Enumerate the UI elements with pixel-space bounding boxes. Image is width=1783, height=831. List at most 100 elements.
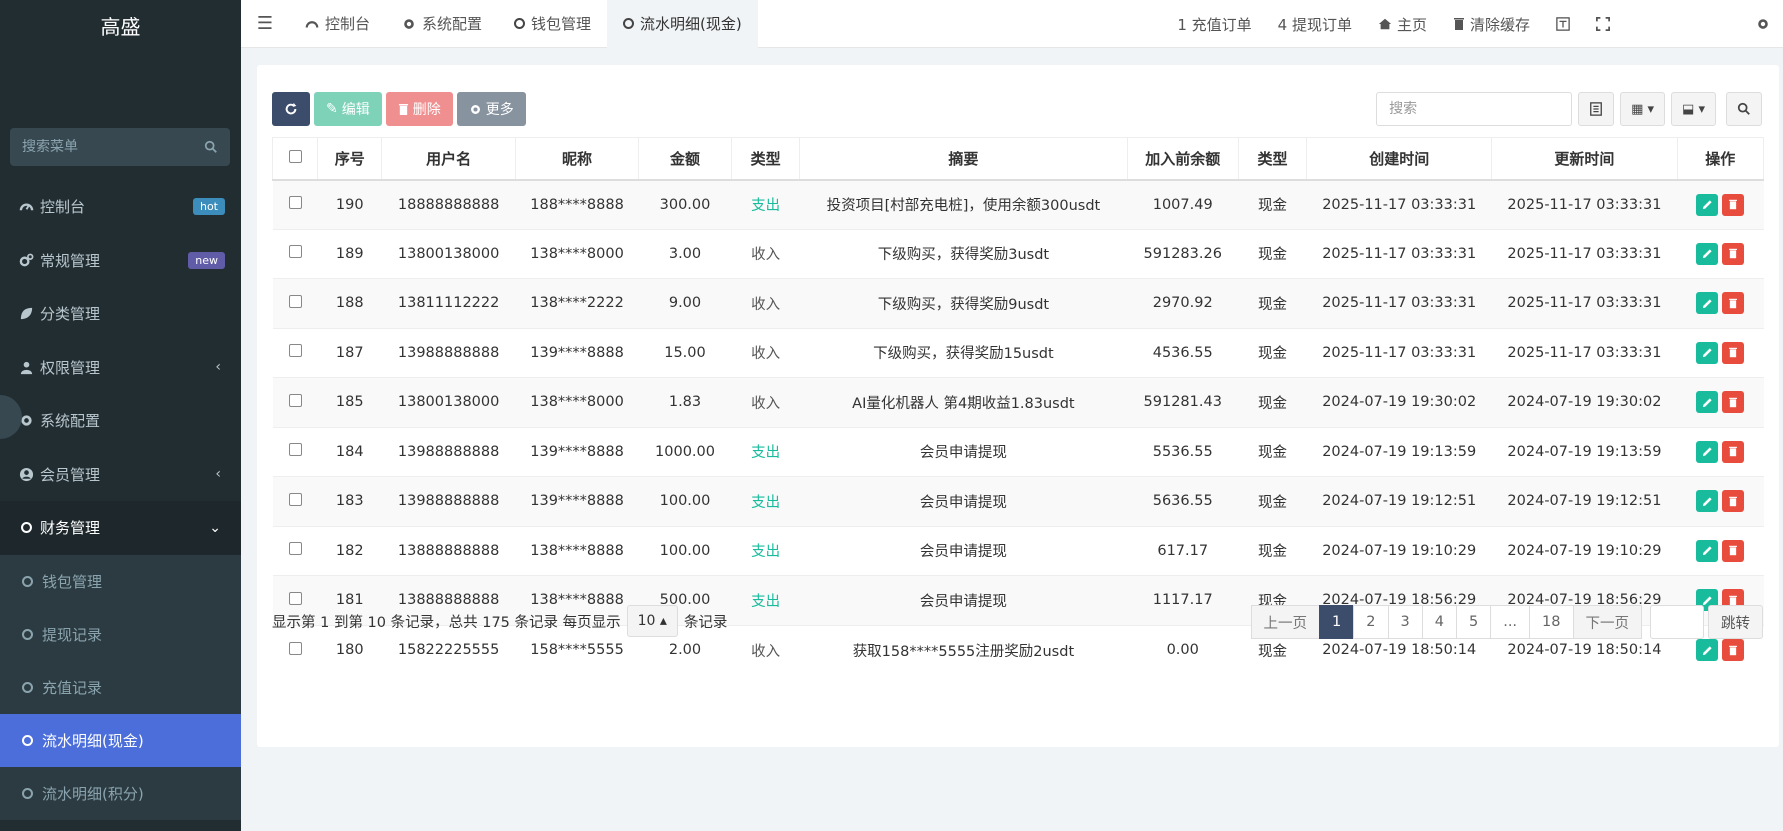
page-button[interactable]: 1 [1319,605,1355,639]
row-checkbox[interactable] [288,443,302,457]
menu-toggle-icon[interactable]: ☰ [241,13,289,34]
row-checkbox[interactable] [288,294,302,308]
sidebar-item-wallet[interactable]: 钱包管理 [0,555,241,608]
tab-cash-flow[interactable]: 流水明细(现金) [607,0,758,48]
row-delete-button[interactable] [1722,440,1745,463]
row-delete-button[interactable] [1722,292,1745,315]
search-icon [1737,102,1750,115]
next-page-button[interactable]: 下一页 [1572,605,1642,639]
row-checkbox[interactable] [288,492,302,506]
clear-cache-link[interactable]: 清除缓存 [1440,0,1543,48]
advanced-search-button[interactable] [1726,92,1762,126]
cell-type: 支出 [731,575,800,625]
sidebar-item-label: 会员管理 [40,465,101,484]
row-checkbox[interactable] [288,344,302,358]
column-header[interactable]: 序号 [317,137,383,181]
column-header[interactable]: 用户名 [381,137,517,181]
page-ellipsis: ... [1490,605,1531,639]
sidebar-item-finance[interactable]: 财务管理 ⌄ [0,501,241,555]
pencil-icon [1702,348,1712,358]
trash-icon [1729,199,1738,210]
sidebar-item-category[interactable]: 分类管理 [0,287,241,341]
columns-dropdown-button[interactable]: ▦ ▾ [1620,92,1666,126]
row-checkbox[interactable] [288,393,302,407]
row-checkbox[interactable] [288,591,302,605]
page-button[interactable]: 18 [1529,605,1574,639]
more-button[interactable]: 更多 [456,92,526,126]
row-delete-button[interactable] [1722,490,1745,513]
page-button[interactable]: 3 [1387,605,1423,639]
tab-wallet[interactable]: 钱包管理 [498,0,607,48]
row-delete-button[interactable] [1722,639,1745,661]
cell-type2: 现金 [1238,525,1307,576]
brand-logo[interactable]: 高盛 [0,0,241,50]
edit-button[interactable]: ✎ 编辑 [314,92,382,126]
row-delete-button[interactable] [1722,242,1745,265]
trash-icon [1453,17,1465,31]
column-header[interactable]: 昵称 [515,137,639,181]
cell-summary: 会员申请提现 [799,575,1128,625]
sidebar-item-label: 常规管理 [40,251,101,270]
column-header[interactable]: 摘要 [799,137,1128,181]
column-header[interactable]: 更新时间 [1491,137,1678,181]
home-link[interactable]: 主页 [1365,0,1440,48]
jump-page-input[interactable] [1650,605,1704,639]
sidebar-item-cash-flow[interactable]: 流水明细(现金) [0,713,241,767]
row-edit-button[interactable] [1696,242,1719,265]
page-button[interactable]: 4 [1421,605,1457,639]
tab-dashboard[interactable]: 控制台 [289,0,386,48]
sidebar-item-recharges[interactable]: 充值记录 [0,661,241,714]
table-row: 190 18888888888 188****8888 300.00 支出 投资项目[村部… [272,179,1764,229]
row-checkbox[interactable] [288,245,302,259]
fullscreen-icon[interactable] [1583,0,1623,48]
row-checkbox[interactable] [288,641,302,655]
row-edit-button[interactable] [1696,341,1719,364]
sidebar-item-withdrawals[interactable]: 提现记录 [0,608,241,661]
row-edit-button[interactable] [1696,539,1719,562]
refresh-button[interactable] [272,92,310,126]
row-checkbox[interactable] [288,542,302,556]
row-delete-button[interactable] [1722,391,1745,414]
row-edit-button[interactable] [1696,193,1719,216]
cell-type2: 现金 [1238,476,1307,526]
row-delete-button[interactable] [1722,341,1745,364]
row-delete-button[interactable] [1722,539,1745,562]
withdraw-orders-link[interactable]: 4 提现订单 [1265,0,1365,48]
row-edit-button[interactable] [1696,391,1719,414]
table-search-input[interactable] [1376,92,1573,126]
row-edit-button[interactable] [1696,292,1719,315]
column-header[interactable]: 加入前余额 [1126,137,1239,181]
select-all-checkbox[interactable] [288,150,302,164]
row-edit-button[interactable] [1696,440,1719,463]
export-dropdown-button[interactable]: ⬓ ▾ [1671,92,1716,126]
recharge-orders-link[interactable]: 1 充值订单 [1164,0,1264,48]
column-header[interactable]: 类型 [1237,137,1308,181]
row-checkbox[interactable] [288,196,302,209]
sidebar-item-points-flow[interactable]: 流水明细(积分) [0,767,241,820]
column-header[interactable]: 类型 [731,137,801,181]
delete-button[interactable]: 删除 [385,92,453,126]
column-header[interactable]: 金额 [637,137,733,181]
sidebar-item-permission[interactable]: 权限管理 ‹ [0,341,241,395]
row-edit-button[interactable] [1696,490,1719,513]
page-button[interactable]: 2 [1353,605,1389,639]
sidebar-item-system[interactable]: 系统配置 [0,394,241,448]
page-button[interactable]: 5 [1455,605,1492,639]
sidebar-item-members[interactable]: 会员管理 ‹ [0,448,241,502]
row-edit-button[interactable] [1696,639,1719,661]
sidebar-item-dashboard[interactable]: 控制台 hot [0,180,241,234]
jump-button[interactable]: 跳转 [1708,605,1763,639]
cell-summary: 会员申请提现 [799,525,1128,576]
search-icon[interactable] [204,140,218,154]
row-delete-button[interactable] [1722,193,1745,216]
trash-icon [1729,298,1738,308]
language-icon[interactable] [1543,0,1583,48]
toggle-view-button[interactable] [1578,92,1615,126]
page-size-select[interactable]: 10 ▴ [626,605,678,637]
sidebar-item-general[interactable]: 常规管理 new [0,234,241,288]
prev-page-button[interactable]: 上一页 [1250,605,1321,639]
menu-search-input[interactable] [22,139,204,155]
column-header[interactable]: 创建时间 [1306,137,1493,181]
tab-system-config[interactable]: 系统配置 [386,0,498,48]
settings-gear-icon[interactable] [1743,0,1783,48]
